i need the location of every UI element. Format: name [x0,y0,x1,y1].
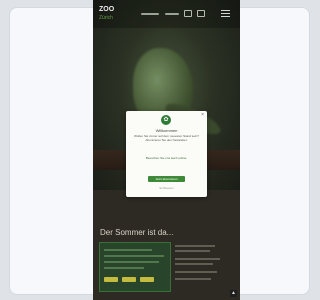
subscribe-button[interactable]: Jetzt abonnieren [148,176,185,182]
close-icon[interactable]: × [201,112,204,118]
modal-body: Wollen Sie immer auf dem neuesten Stand … [134,134,199,142]
newsletter-modal: × ✿ Willkommen Wollen Sie immer auf dem … [126,111,207,197]
mobile-page: ZOO Zürich Der Sommer ist da... × ✿ Will… [93,0,240,300]
dismiss-link[interactable]: Schliessen [126,186,207,190]
modal-note: Besuchen Sie uns auch online. [145,156,188,160]
modal-title: Willkommen [155,128,178,133]
leaf-icon: ✿ [161,115,171,125]
scroll-top-icon[interactable]: ▲ [230,290,237,297]
